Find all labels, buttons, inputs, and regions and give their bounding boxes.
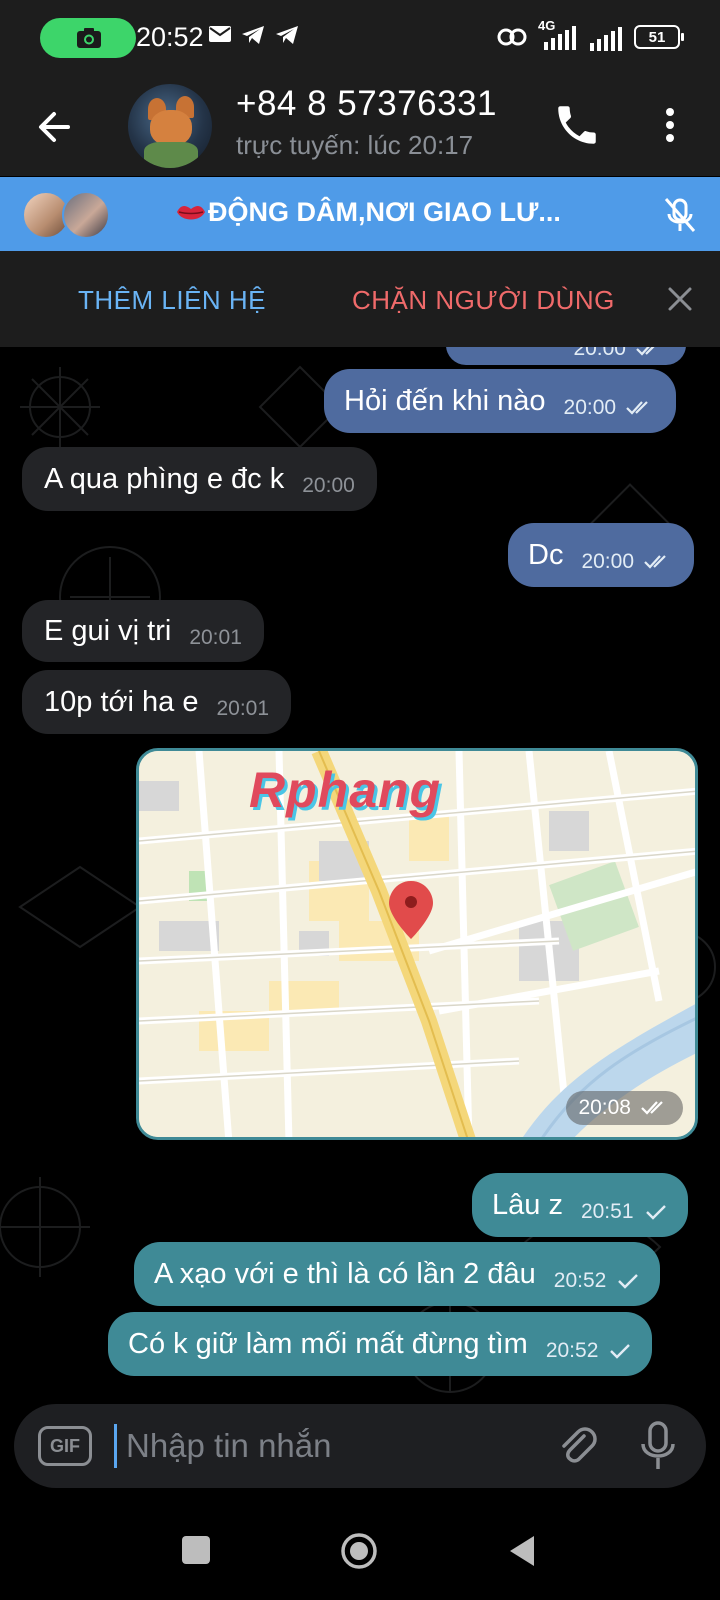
arrow-left-icon — [39, 112, 70, 142]
chat-header: +84 8 57376331 trực tuyến: lúc 20:17 — [0, 78, 720, 176]
unknown-contact-bar: THÊM LIÊN HỆ CHẶN NGƯỜI DÙNG — [0, 251, 720, 347]
voice-record-button[interactable] — [636, 1420, 680, 1472]
message-time: 20:00 — [302, 474, 355, 497]
message-bubble-in[interactable]: 10p tới ha e 20:01 — [22, 670, 292, 734]
add-contact-button[interactable]: THÊM LIÊN HỆ — [78, 285, 266, 316]
battery-icon: 51 — [634, 25, 684, 49]
home-circle-icon — [341, 1533, 377, 1569]
group-title-text: ĐỘNG DÂM,NƠI GIAO LƯ... — [208, 197, 561, 227]
message-time: 20:00 — [563, 396, 617, 419]
map-message-time: 20:08 — [578, 1096, 631, 1119]
contact-status: trực tuyến: lúc 20:17 — [236, 130, 474, 160]
message-bubble-in[interactable]: A qua phìng e đc k 20:00 — [22, 447, 377, 511]
gif-button[interactable]: GIF — [38, 1426, 92, 1466]
telegram-icon — [276, 26, 298, 44]
double-check-icon — [641, 1101, 663, 1115]
close-bar-button[interactable] — [664, 283, 696, 315]
signal-4g-icon: 4G — [538, 18, 578, 52]
message-time: 20:00 — [573, 347, 626, 360]
back-button[interactable] — [30, 102, 80, 152]
message-bubble-out[interactable]: A xạo với e thì là có lần 2 đâu 20:52 — [134, 1242, 661, 1306]
screen-record-indicator[interactable] — [40, 18, 136, 58]
check-icon — [618, 1274, 639, 1289]
message-bubble-in[interactable]: E gui vị tri 20:01 — [22, 600, 264, 662]
text-caret — [114, 1424, 117, 1468]
message-text: A qua phìng e đc k — [44, 462, 285, 495]
message-text: E gui vị tri — [44, 614, 172, 647]
camera-icon — [77, 28, 101, 48]
battery-level: 51 — [648, 28, 666, 46]
message-text: Có k giữ làm mối mất đừng tìm — [128, 1327, 528, 1360]
paperclip-icon — [562, 1427, 597, 1463]
message-composer: GIF — [14, 1404, 706, 1488]
check-icon — [645, 1205, 666, 1220]
close-icon — [668, 287, 692, 311]
message-list[interactable]: 20:00 Hỏi đến khi nào 20:00 A qua phìng … — [0, 347, 720, 1400]
system-nav-bar — [0, 1500, 720, 1600]
message-time: 20:01 — [189, 626, 242, 649]
message-time: 20:52 — [553, 1269, 607, 1292]
signal-icon — [590, 27, 622, 51]
message-bubble-out[interactable]: Lâu z 20:51 — [472, 1173, 688, 1237]
message-time: 20:51 — [580, 1200, 634, 1223]
mail-icon — [209, 26, 231, 42]
location-message[interactable]: Rphang 20:08 — [136, 748, 698, 1140]
map-watermark-logo: Rphang — [249, 762, 442, 818]
mic-icon — [641, 1421, 675, 1469]
avatar[interactable] — [128, 84, 212, 168]
double-check-icon — [644, 555, 666, 569]
message-bubble-out[interactable]: Có k giữ làm mối mất đừng tìm 20:52 — [108, 1312, 653, 1376]
mic-off-icon — [664, 198, 696, 232]
status-time: 20:52 — [136, 22, 204, 52]
nav-back-button[interactable] — [506, 1534, 538, 1568]
message-text: Hỏi đến khi nào — [344, 384, 546, 417]
lips-icon — [177, 205, 205, 220]
group-call-bar[interactable]: ĐỘNG DÂM,NƠI GIAO LƯ... — [0, 177, 720, 251]
message-text: Dc — [528, 538, 564, 571]
block-user-button[interactable]: CHẶN NGƯỜI DÙNG — [352, 285, 615, 316]
hotspot-icon — [497, 28, 527, 46]
contact-name[interactable]: +84 8 57376331 — [236, 84, 497, 124]
more-vertical-icon — [666, 108, 674, 142]
mic-muted-button[interactable] — [660, 195, 700, 235]
message-text: A xạo với e thì là có lần 2 đâu — [154, 1257, 536, 1290]
participant-avatar — [62, 191, 110, 239]
check-icon — [610, 1344, 631, 1359]
phone-icon — [558, 106, 596, 144]
attach-button[interactable] — [554, 1422, 602, 1470]
message-text: 10p tới ha e — [44, 685, 199, 718]
status-bar: 20:52 4G 51 — [0, 0, 720, 78]
message-text: Lâu z — [492, 1188, 563, 1221]
recent-apps-button[interactable] — [182, 1536, 210, 1564]
message-bubble-out[interactable]: Hỏi đến khi nào 20:00 — [324, 369, 677, 433]
telegram-icon — [242, 26, 264, 44]
message-time: 20:01 — [216, 697, 270, 720]
home-button[interactable] — [340, 1532, 378, 1570]
double-check-icon — [636, 347, 655, 356]
group-title: ĐỘNG DÂM,NƠI GIAO LƯ... — [176, 197, 561, 228]
message-time: 20:52 — [545, 1339, 599, 1362]
triangle-back-icon — [510, 1536, 534, 1566]
message-time: 20:00 — [581, 550, 635, 573]
more-options-button[interactable] — [650, 100, 690, 150]
message-time: 20:08 — [566, 1091, 683, 1125]
message-bubble-out[interactable]: Dc 20:00 — [508, 523, 695, 587]
message-input[interactable] — [126, 1420, 526, 1472]
double-check-icon — [626, 401, 648, 415]
message-bubble-out[interactable]: 20:00 — [446, 347, 686, 365]
call-button[interactable] — [552, 100, 602, 150]
